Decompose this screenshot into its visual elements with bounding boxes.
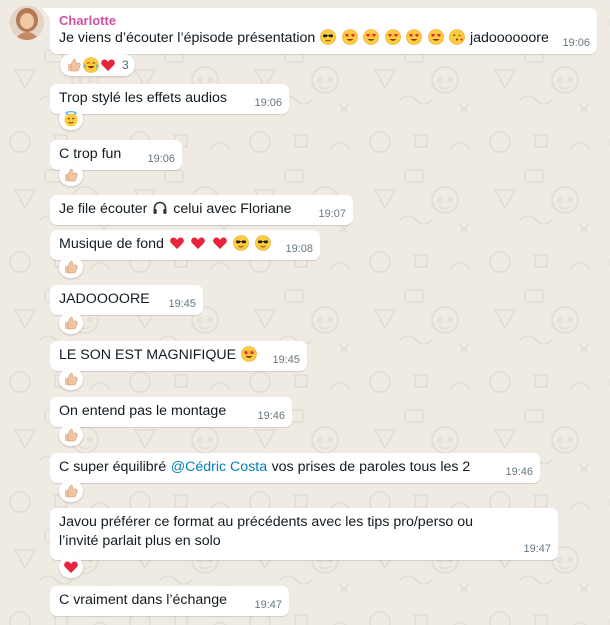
message-text: Je viens d’écouter l’épisode présentatio… bbox=[59, 30, 316, 46]
message-text: On entend pas le montage bbox=[59, 403, 227, 419]
reaction-count: 3 bbox=[122, 58, 129, 72]
message-text: C trop fun bbox=[59, 146, 122, 162]
reaction-pill[interactable] bbox=[59, 108, 83, 130]
reaction-pill[interactable] bbox=[59, 480, 83, 502]
message-bubble[interactable]: Trop stylé les effets audios 19:06 bbox=[50, 84, 289, 114]
message-bubble[interactable]: Musique de fond 19:08 bbox=[50, 230, 320, 260]
kissing-heart-face-icon bbox=[449, 29, 465, 45]
thumbs-up-icon bbox=[65, 484, 78, 498]
message-time: 19:07 bbox=[318, 208, 346, 220]
message-time: 19:47 bbox=[523, 543, 551, 555]
heart-eyes-face-icon bbox=[342, 29, 358, 45]
message-bubble[interactable]: Je file écouter celui avec Floriane 19:0… bbox=[50, 195, 353, 225]
thumbs-up-icon bbox=[65, 260, 78, 274]
sunglasses-face-icon bbox=[255, 235, 271, 251]
avatar-image bbox=[10, 6, 44, 40]
reaction-pill[interactable] bbox=[59, 164, 83, 186]
heart-eyes-face-icon bbox=[385, 29, 401, 45]
message-text: C super équilibré bbox=[59, 459, 167, 475]
message-text-suffix: jadoooooore bbox=[469, 30, 549, 46]
headphones-icon bbox=[153, 201, 167, 214]
thumbs-up-icon bbox=[68, 58, 81, 72]
message-text: Musique de fond bbox=[59, 236, 164, 252]
message-text: C vraiment dans l’échange bbox=[59, 592, 227, 608]
message-bubble[interactable]: JADOOOORE 19:45 bbox=[50, 285, 203, 315]
thumbs-up-icon bbox=[65, 428, 78, 442]
reaction-pill[interactable] bbox=[59, 312, 83, 334]
message-bubble[interactable]: On entend pas le montage 19:46 bbox=[50, 397, 292, 427]
emoji-group bbox=[168, 235, 271, 252]
thumbs-up-icon bbox=[65, 372, 78, 386]
message-time: 19:06 bbox=[562, 37, 590, 49]
message-time: 19:46 bbox=[257, 410, 285, 422]
red-heart-icon bbox=[170, 237, 184, 249]
sunglasses-face-icon bbox=[320, 29, 336, 45]
message-time: 19:45 bbox=[272, 354, 300, 366]
message-text-suffix: vos prises de paroles tous les 2 bbox=[271, 459, 471, 475]
emoji-group bbox=[320, 29, 470, 46]
reaction-pill[interactable] bbox=[59, 368, 83, 390]
message-time: 19:46 bbox=[505, 466, 533, 478]
message-bubble[interactable]: C vraiment dans l’échange 19:47 bbox=[50, 586, 289, 616]
message-bubble[interactable]: LE SON EST MAGNIFIQUE 19:45 bbox=[50, 341, 307, 371]
thumbs-up-icon bbox=[65, 168, 78, 182]
sunglasses-face-icon bbox=[233, 235, 249, 251]
message-text: Javou préférer ce format au précédents a… bbox=[59, 514, 474, 549]
reaction-pill[interactable]: 3 bbox=[60, 54, 135, 76]
red-heart-icon bbox=[191, 237, 206, 249]
message-time: 19:06 bbox=[147, 153, 175, 165]
reaction-pill[interactable] bbox=[59, 424, 83, 446]
message-time: 19:45 bbox=[168, 298, 196, 310]
thumbs-up-icon bbox=[65, 316, 78, 330]
message-text: LE SON EST MAGNIFIQUE bbox=[59, 347, 237, 363]
message-bubble[interactable]: C super équilibré @Cédric Costa vos pris… bbox=[50, 453, 540, 483]
message-text: JADOOOORE bbox=[59, 291, 150, 307]
message-time: 19:08 bbox=[285, 243, 313, 255]
message-time: 19:06 bbox=[254, 97, 282, 109]
red-heart-icon bbox=[101, 59, 115, 71]
reaction-pill[interactable] bbox=[59, 256, 83, 278]
smiling-face-halo-icon bbox=[64, 111, 78, 127]
reaction-pill[interactable] bbox=[59, 556, 83, 578]
message-text: Trop stylé les effets audios bbox=[59, 90, 227, 106]
red-heart-icon bbox=[64, 561, 78, 573]
joy-face-icon bbox=[83, 57, 99, 73]
message-text-suffix: celui avec Floriane bbox=[173, 201, 292, 217]
message-bubble[interactable]: Charlotte Je viens d’écouter l’épisode p… bbox=[42, 8, 597, 54]
mention-link[interactable]: @Cédric Costa bbox=[171, 459, 267, 475]
message-time: 19:47 bbox=[254, 599, 282, 611]
heart-eyes-face-icon bbox=[363, 29, 379, 45]
heart-eyes-face-icon bbox=[406, 29, 422, 45]
message-list: Charlotte Je viens d’écouter l’épisode p… bbox=[0, 0, 610, 625]
sender-name[interactable]: Charlotte bbox=[59, 13, 589, 29]
red-heart-icon bbox=[212, 237, 227, 249]
star-struck-face-icon bbox=[241, 346, 257, 362]
heart-eyes-face-icon bbox=[428, 29, 444, 45]
avatar[interactable] bbox=[10, 6, 44, 40]
message-text: Je file écouter bbox=[59, 201, 148, 217]
message-bubble[interactable]: Javou préférer ce format au précédents a… bbox=[50, 508, 558, 560]
